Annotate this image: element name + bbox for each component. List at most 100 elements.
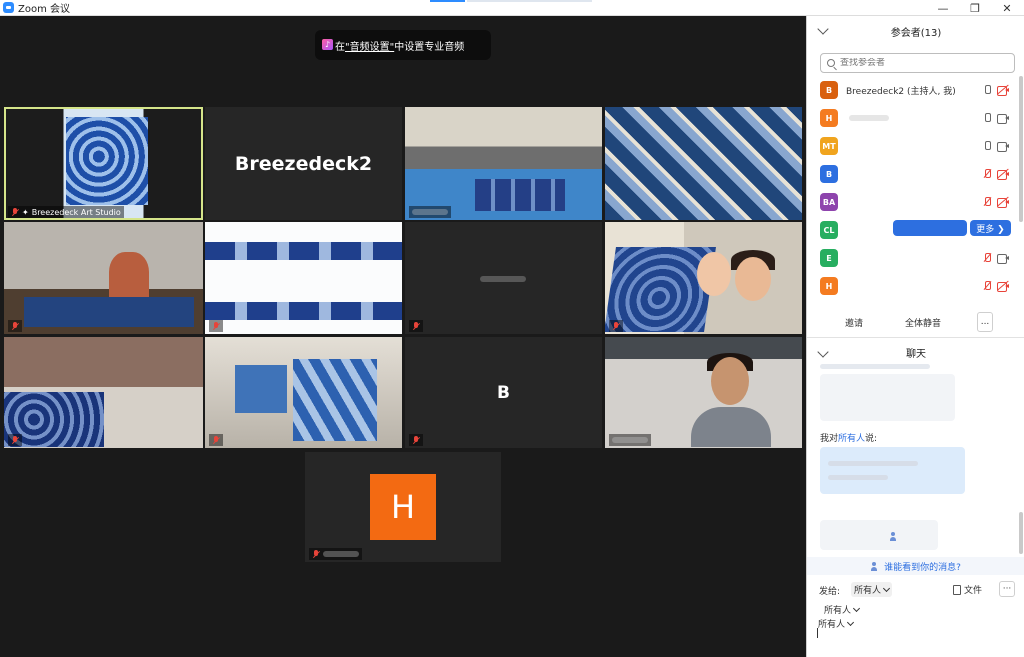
zoom-app-icon	[3, 2, 14, 13]
tile-name-strip	[209, 320, 223, 332]
camera-icon[interactable]	[997, 142, 1009, 152]
video-tile-breezedeck2[interactable]: Breezedeck2	[205, 107, 402, 220]
tile-name-strip	[609, 320, 623, 332]
video-tile-blurred[interactable]	[405, 222, 602, 334]
tile-name-strip: ✦ Breezedeck Art Studio	[8, 206, 124, 218]
audio-settings-link[interactable]: "音频设置"	[345, 38, 394, 53]
restore-button[interactable]: ❐	[960, 0, 990, 16]
file-button[interactable]: 文件	[950, 582, 985, 597]
search-input[interactable]	[840, 58, 1010, 68]
participant-search[interactable]	[820, 53, 1015, 73]
music-note-icon: ♪	[322, 39, 333, 50]
video-tile-bed[interactable]	[4, 337, 203, 448]
blurred-name	[849, 115, 889, 121]
participant-row[interactable]: H	[807, 272, 1019, 300]
chevron-down-icon	[846, 618, 855, 626]
camera-off-icon[interactable]	[997, 168, 1009, 180]
mic-muted-icon[interactable]	[983, 197, 991, 207]
mic-icon[interactable]	[983, 141, 991, 151]
panel-divider	[807, 337, 1024, 338]
top-indicator-track	[467, 0, 592, 2]
collapse-chevron-icon[interactable]	[817, 346, 829, 358]
participant-row[interactable]: E	[807, 244, 1019, 272]
chat-bubble	[820, 374, 955, 421]
dyed-fabric-image	[66, 117, 148, 205]
blurred-name	[412, 209, 448, 215]
mic-muted-icon	[412, 435, 420, 445]
participant-row[interactable]: BA	[807, 188, 1019, 216]
participant-avatar: H	[820, 109, 838, 127]
blurred-text	[828, 475, 888, 480]
mic-icon[interactable]	[983, 113, 991, 123]
hover-action-button[interactable]	[893, 220, 967, 236]
blurred-name	[480, 276, 526, 282]
video-tile-woman-child[interactable]	[605, 222, 802, 334]
tile-name-strip	[8, 434, 22, 446]
table-with-fabric	[24, 297, 194, 327]
video-tile-hanging-fabric[interactable]	[205, 222, 402, 334]
chat-scrollbar[interactable]	[1019, 512, 1023, 554]
side-panel: 参会者(13) B Breezedeck2 (主持人, 我) H MT	[806, 16, 1024, 657]
participant-avatar: H	[820, 277, 838, 295]
participant-avatar: BA	[820, 193, 838, 211]
mic-icon[interactable]	[983, 85, 991, 95]
video-tile-h[interactable]: H	[305, 452, 501, 562]
participant-row[interactable]: MT	[807, 132, 1019, 160]
video-tile-living-room[interactable]	[405, 107, 602, 220]
video-tile-b[interactable]: B	[405, 337, 602, 448]
mic-muted-icon[interactable]	[983, 253, 991, 263]
mic-muted-icon[interactable]	[983, 169, 991, 179]
fabric-stripe	[205, 242, 402, 260]
send-to-label: 发给:	[819, 587, 841, 597]
camera-icon[interactable]	[997, 254, 1009, 264]
mic-muted-icon[interactable]	[983, 281, 991, 291]
tile-name-strip	[409, 206, 451, 218]
sender-target: 所有人	[838, 434, 866, 444]
more-button[interactable]: 更多 ❯	[970, 220, 1011, 236]
recipient-suggestion[interactable]: 所有人	[821, 602, 862, 617]
file-icon	[953, 584, 961, 595]
mic-muted-icon	[11, 435, 19, 445]
tile-name-strip	[209, 434, 223, 446]
message-visibility-link[interactable]: 谁能看到你的消息?	[807, 557, 1024, 575]
video-tile-woman-smiling[interactable]	[605, 337, 802, 448]
participant-name: Breezedeck Art Studio	[31, 207, 121, 217]
camera-off-icon[interactable]	[997, 280, 1009, 292]
shirt-left	[235, 365, 287, 413]
close-button[interactable]: ✕	[992, 0, 1022, 16]
banner-suffix: 中设置专业音频	[394, 41, 465, 53]
participant-row[interactable]: B Breezedeck2 (主持人, 我)	[807, 76, 1019, 104]
recipient-dropdown[interactable]: 所有人	[851, 582, 893, 597]
camera-off-icon[interactable]	[997, 196, 1009, 208]
participant-row[interactable]: H	[807, 104, 1019, 132]
participants-scrollbar[interactable]	[1019, 76, 1023, 222]
video-tile-shirts[interactable]	[205, 337, 402, 448]
collapse-chevron-icon[interactable]	[817, 23, 829, 35]
blurred-text	[828, 461, 918, 466]
audio-settings-banner[interactable]: ♪ 在 "音频设置" 中设置专业音频	[315, 30, 491, 60]
visibility-label[interactable]: 谁能看到你的消息?	[884, 560, 961, 573]
camera-off-icon[interactable]	[997, 84, 1009, 96]
tile-name-strip	[409, 320, 423, 332]
video-tile-breezedeck-art-studio[interactable]: ✦ Breezedeck Art Studio	[4, 107, 203, 220]
mic-muted-icon	[212, 435, 220, 445]
participant-avatar: MT	[820, 137, 838, 155]
chat-compose: 发给: 所有人 文件 ··· 所有人 所有人	[807, 576, 1024, 657]
invite-button[interactable]: 邀请	[837, 312, 871, 332]
participant-row[interactable]: B	[807, 160, 1019, 188]
minimize-button[interactable]: —	[928, 0, 958, 16]
text-cursor	[817, 628, 818, 638]
participant-row-hovered[interactable]: CL 更多 ❯	[807, 216, 1019, 244]
pin-icon: ✦	[22, 207, 29, 217]
participants-more-button[interactable]: ...	[977, 312, 993, 332]
recipient-suggestion[interactable]: 所有人	[815, 616, 856, 631]
recipient-option: 所有人	[818, 620, 846, 630]
participant-avatar: B	[820, 165, 838, 183]
sender-prefix: 我对	[820, 434, 839, 444]
video-tile-child-table[interactable]	[4, 222, 203, 334]
video-tile-tie-dye[interactable]	[605, 107, 802, 220]
mute-all-button[interactable]: 全体静音	[899, 312, 947, 332]
compose-more-button[interactable]: ···	[999, 581, 1015, 597]
camera-icon[interactable]	[997, 114, 1009, 124]
participant-avatar: CL	[820, 221, 838, 239]
